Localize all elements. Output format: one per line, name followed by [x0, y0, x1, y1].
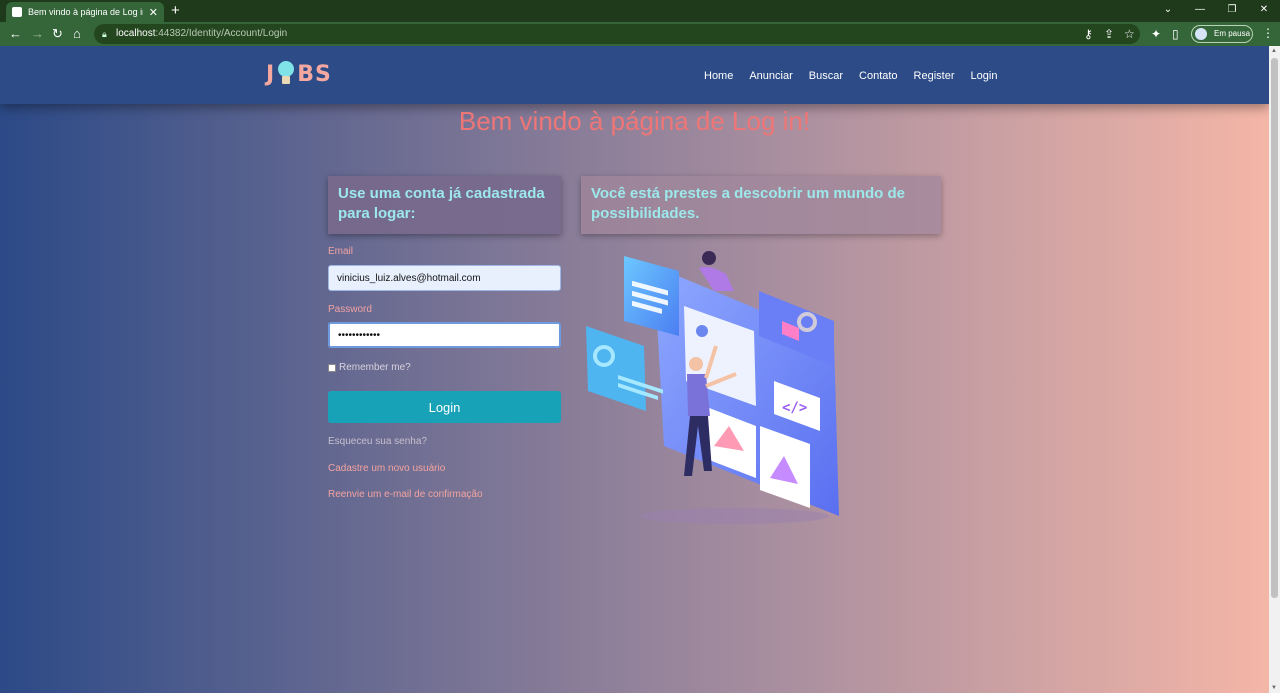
svg-text:</>: </>: [782, 400, 807, 416]
password-field[interactable]: [328, 322, 561, 348]
nav-contato-link[interactable]: Contato: [859, 68, 898, 84]
tab-title: Bem vindo à página de Log in! -: [28, 7, 143, 17]
close-tab-icon[interactable]: ✕: [149, 6, 158, 19]
extensions-puzzle-icon[interactable]: ✦: [1151, 26, 1161, 42]
url-host: localhost: [116, 28, 156, 39]
logo-letter-j: J: [266, 61, 276, 87]
profile-label: Em pausa: [1214, 29, 1251, 38]
new-tab-button[interactable]: +: [171, 2, 180, 20]
page-viewport: J BS Home Anunciar Buscar Contato Regist…: [0, 46, 1269, 693]
scroll-up-icon[interactable]: ▲: [1271, 48, 1277, 54]
scrollbar-thumb[interactable]: [1271, 58, 1278, 598]
nav-login-link[interactable]: Login: [971, 68, 998, 84]
nav-buscar-link[interactable]: Buscar: [809, 68, 843, 84]
browser-tab[interactable]: Bem vindo à página de Log in! - ✕: [6, 2, 164, 22]
browser-tab-strip: Bem vindo à página de Log in! - ✕ + ⌄ — …: [0, 0, 1280, 22]
forward-arrow-icon[interactable]: →: [31, 26, 44, 42]
reload-icon[interactable]: ↻: [52, 26, 63, 42]
lock-icon[interactable]: 🔒︎: [102, 24, 107, 44]
nav-register-link[interactable]: Register: [914, 68, 955, 84]
address-bar[interactable]: 🔒︎ localhost:44382/Identity/Account/Logi…: [94, 24, 1140, 44]
scroll-down-icon[interactable]: ▼: [1271, 685, 1277, 691]
forgot-password-link[interactable]: Esqueceu sua senha?: [328, 436, 427, 447]
remember-me: Remember me?: [328, 362, 411, 373]
close-window-button[interactable]: ✕: [1248, 0, 1280, 22]
key-icon[interactable]: ⚷: [1084, 26, 1093, 42]
page-favicon-icon: [12, 7, 22, 17]
jobs-logo[interactable]: J BS: [266, 60, 332, 88]
avatar-icon: [1195, 28, 1207, 40]
remember-me-label: Remember me?: [339, 362, 411, 373]
restore-button[interactable]: ❐: [1216, 0, 1248, 22]
share-icon[interactable]: ⇪: [1104, 26, 1114, 42]
url-path: :44382/Identity/Account/Login: [155, 28, 288, 39]
remember-me-checkbox[interactable]: [328, 363, 336, 372]
back-arrow-icon[interactable]: ←: [9, 26, 22, 42]
nav-home-link[interactable]: Home: [704, 68, 733, 84]
browser-menu-icon[interactable]: ⋮: [1262, 26, 1274, 40]
login-intro-card: Use uma conta já cadastrada para logar:: [328, 176, 561, 234]
lightbulb-icon: [276, 61, 296, 87]
register-link[interactable]: Cadastre um novo usuário: [328, 463, 445, 474]
email-field[interactable]: [328, 265, 561, 291]
web-development-illustration: </>: [586, 251, 839, 524]
bookmark-star-icon[interactable]: ☆: [1124, 26, 1135, 42]
side-panel-icon[interactable]: ▯: [1172, 26, 1179, 42]
minimize-button[interactable]: —: [1184, 0, 1216, 22]
email-label: Email: [328, 246, 354, 257]
password-label: Password: [328, 304, 372, 315]
home-icon[interactable]: ⌂: [73, 26, 81, 42]
nav-links: Home Anunciar Buscar Contato Register Lo…: [704, 68, 997, 84]
profile-button[interactable]: Em pausa: [1191, 25, 1253, 43]
login-button[interactable]: Login: [328, 391, 561, 423]
resend-confirmation-link[interactable]: Reenvie um e-mail de confirmação: [328, 489, 483, 500]
site-navbar: J BS Home Anunciar Buscar Contato Regist…: [0, 46, 1269, 104]
page-title: Bem vindo à página de Log in!: [458, 106, 811, 136]
nav-anunciar-link[interactable]: Anunciar: [749, 68, 792, 84]
address-toolbar: ← → ↻ ⌂ 🔒︎ localhost:44382/Identity/Acco…: [0, 22, 1280, 46]
tab-search-icon[interactable]: ⌄: [1152, 0, 1184, 22]
logo-letters-bs: BS: [297, 61, 332, 87]
page-scrollbar[interactable]: ▲ ▼: [1269, 46, 1280, 693]
tagline-card: Você está prestes a descobrir um mundo d…: [581, 176, 941, 234]
